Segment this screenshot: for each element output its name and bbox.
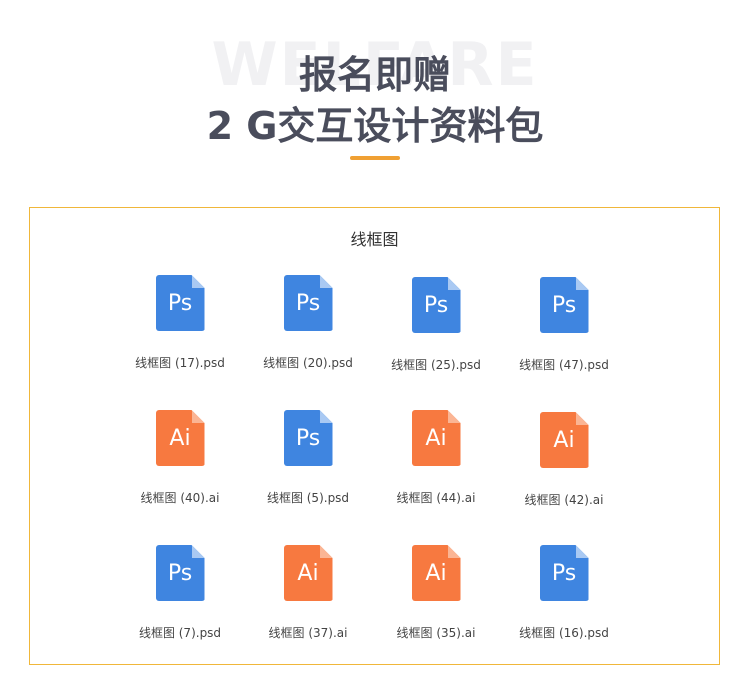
ai-file-icon: Ai [539, 412, 589, 468]
file-item[interactable]: Ai 线框图 (42).ai [504, 412, 624, 508]
file-item[interactable]: Ai 线框图 (37).ai [248, 545, 368, 641]
file-name: 线框图 (16).psd [519, 626, 609, 640]
file-name: 线框图 (42).ai [524, 493, 604, 507]
ai-file-icon: Ai [283, 545, 333, 601]
file-name: 线框图 (37).ai [268, 626, 348, 640]
file-name: 线框图 (35).ai [396, 626, 476, 640]
ai-file-icon: Ai [411, 410, 461, 466]
file-item[interactable]: Ps 线框图 (25).psd [376, 277, 496, 373]
file-item[interactable]: Ps 线框图 (5).psd [248, 410, 368, 506]
ai-file-icon: Ai [155, 410, 205, 466]
file-item[interactable]: Ai 线框图 (44).ai [376, 410, 496, 506]
ps-file-icon: Ps [283, 410, 333, 466]
file-item[interactable]: Ai 线框图 (35).ai [376, 545, 496, 641]
file-name: 线框图 (40).ai [140, 491, 220, 505]
file-item[interactable]: Ps 线框图 (7).psd [120, 545, 240, 641]
ai-file-icon: Ai [411, 545, 461, 601]
file-item[interactable]: Ps 线框图 (47).psd [504, 277, 624, 373]
file-item[interactable]: Ps 线框图 (16).psd [504, 545, 624, 641]
title-underline [350, 156, 400, 160]
ps-file-icon: Ps [539, 277, 589, 333]
file-name: 线框图 (17).psd [135, 356, 225, 370]
file-name: 线框图 (47).psd [519, 358, 609, 372]
ps-file-icon: Ps [411, 277, 461, 333]
file-name: 线框图 (20).psd [263, 356, 353, 370]
file-name: 线框图 (7).psd [138, 626, 222, 640]
file-item[interactable]: Ps 线框图 (20).psd [248, 275, 368, 371]
ps-file-icon: Ps [539, 545, 589, 601]
page-title-line-2: 2 G交互设计资料包 [206, 104, 544, 148]
ps-file-icon: Ps [155, 545, 205, 601]
file-item[interactable]: Ai 线框图 (40).ai [120, 410, 240, 506]
file-name: 线框图 (25).psd [391, 358, 481, 372]
file-item[interactable]: Ps 线框图 (17).psd [120, 275, 240, 371]
page: WELFARE 报名即赠 2 G交互设计资料包 线框图 Ps 线框图 (17).… [0, 0, 750, 683]
ps-file-icon: Ps [283, 275, 333, 331]
file-name: 线框图 (44).ai [396, 491, 476, 505]
panel-title: 线框图 [350, 230, 399, 249]
file-panel: 线框图 Ps 线框图 (17).psd Ps 线框图 (20).psd Ps 线… [29, 207, 720, 665]
page-title-line-1: 报名即赠 [298, 53, 451, 97]
file-name: 线框图 (5).psd [266, 491, 350, 505]
ps-file-icon: Ps [155, 275, 205, 331]
